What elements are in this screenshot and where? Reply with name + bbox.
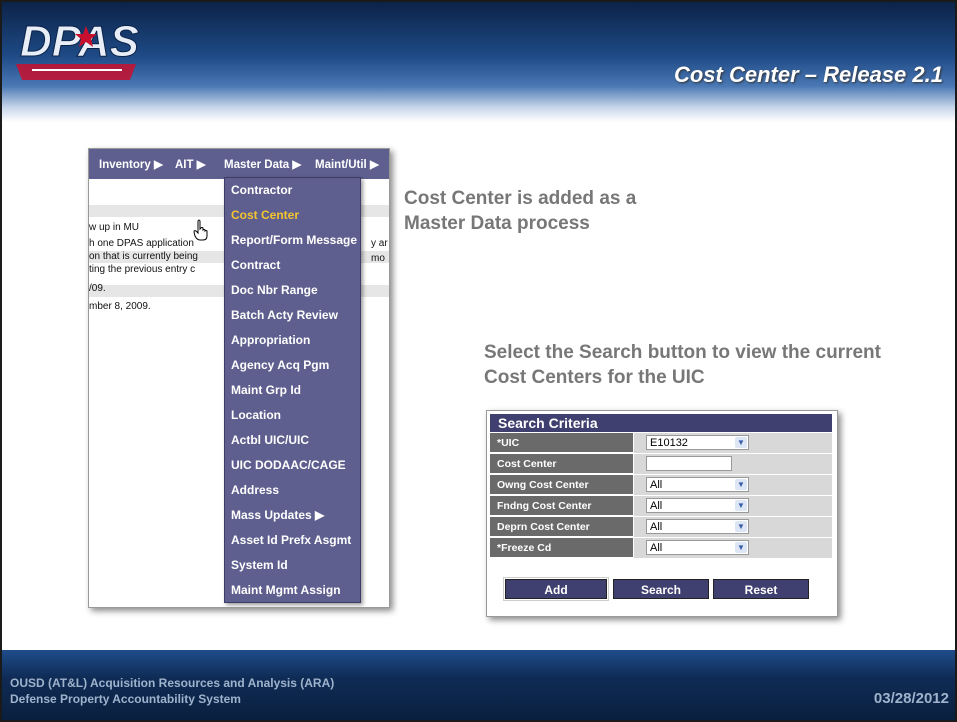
chevron-down-icon[interactable]: ▼ <box>735 521 747 532</box>
chevron-down-icon[interactable]: ▼ <box>735 479 747 490</box>
background-text: /09. <box>89 283 106 294</box>
fndng-cost-center-row: Fndng Cost Center All ▼ <box>490 496 832 517</box>
fndng-cost-center-label: Fndng Cost Center <box>490 496 633 516</box>
owng-cost-center-value: All <box>650 479 663 491</box>
slide-header: DPAS Cost Center – Release 2.1 <box>2 2 955 122</box>
nav-master-data[interactable]: Master Data ▶ <box>224 157 301 171</box>
footer-date: 03/28/2012 <box>873 690 949 707</box>
freeze-cd-select[interactable]: All ▼ <box>646 540 749 555</box>
nav-maint-util[interactable]: Maint/Util ▶ <box>315 157 379 171</box>
uic-label: *UIC <box>490 433 633 453</box>
background-text: on that is currently being <box>89 251 198 262</box>
search-criteria-header: Search Criteria <box>490 414 832 432</box>
menu-item-asset-id-prefx-asgmt[interactable]: Asset Id Prefx Asgmt <box>225 528 360 553</box>
menu-item-report-form-message[interactable]: Report/Form Message <box>225 228 360 253</box>
deprn-cost-center-value: All <box>650 521 663 533</box>
menu-item-actbl-uic[interactable]: Actbl UIC/UIC <box>225 428 360 453</box>
menu-item-location[interactable]: Location <box>225 403 360 428</box>
chevron-down-icon[interactable]: ▼ <box>735 542 747 553</box>
master-data-dropdown: Contractor Cost Center Report/Form Messa… <box>224 177 361 603</box>
freeze-cd-value: All <box>650 542 663 554</box>
freeze-cd-label: *Freeze Cd <box>490 538 633 558</box>
background-text: y ar <box>371 238 388 249</box>
add-button[interactable]: Add <box>503 577 609 601</box>
menu-item-uic-dodaac-cage[interactable]: UIC DODAAC/CAGE <box>225 453 360 478</box>
menu-item-system-id[interactable]: System Id <box>225 553 360 578</box>
footer-org-line1: OUSD (AT&L) Acquisition Resources and An… <box>10 676 335 690</box>
menu-item-agency-acq-pgm[interactable]: Agency Acq Pgm <box>225 353 360 378</box>
menu-item-doc-nbr-range[interactable]: Doc Nbr Range <box>225 278 360 303</box>
uic-select[interactable]: E10132 ▼ <box>646 435 749 450</box>
menu-item-maint-mgmt-assign[interactable]: Maint Mgmt Assign <box>225 578 360 603</box>
slide-footer: OUSD (AT&L) Acquisition Resources and An… <box>2 650 955 720</box>
nav-inventory[interactable]: Inventory ▶ <box>99 157 163 171</box>
menu-item-maint-grp-id[interactable]: Maint Grp Id <box>225 378 360 403</box>
search-criteria-screenshot: Search Criteria *UIC E10132 ▼ Cost Center… <box>486 410 838 617</box>
uic-value: E10132 <box>650 437 688 449</box>
hand-pointer-icon <box>193 219 208 241</box>
cost-center-input[interactable] <box>646 456 732 471</box>
chevron-down-icon[interactable]: ▼ <box>735 500 747 511</box>
caption-search-hint: Select the Search button to view the cur… <box>484 342 881 388</box>
cost-center-row: Cost Center <box>490 454 832 475</box>
logo-text: DPAS <box>20 17 139 66</box>
background-text: w up in MU <box>89 222 140 233</box>
nav-ait[interactable]: AIT ▶ <box>175 157 206 171</box>
background-text: mo <box>371 253 385 264</box>
menu-item-contract[interactable]: Contract <box>225 253 360 278</box>
owng-cost-center-select[interactable]: All ▼ <box>646 477 749 492</box>
owng-cost-center-row: Owng Cost Center All ▼ <box>490 475 832 496</box>
menu-item-batch-acty-review[interactable]: Batch Acty Review <box>225 303 360 328</box>
dpas-logo: DPAS <box>16 17 139 80</box>
background-text: mber 8, 2009. <box>89 301 151 312</box>
cost-center-label: Cost Center <box>490 454 633 474</box>
uic-row: *UIC E10132 ▼ <box>490 433 832 454</box>
reset-button[interactable]: Reset <box>713 579 809 599</box>
freeze-cd-row: *Freeze Cd All ▼ <box>490 538 832 559</box>
menu-item-appropriation[interactable]: Appropriation <box>225 328 360 353</box>
chevron-down-icon[interactable]: ▼ <box>735 437 747 448</box>
background-text: h one DPAS application <box>89 238 194 249</box>
fndng-cost-center-select[interactable]: All ▼ <box>646 498 749 513</box>
menu-item-mass-updates[interactable]: Mass Updates ▶ <box>225 503 360 528</box>
deprn-cost-center-row: Deprn Cost Center All ▼ <box>490 517 832 538</box>
menu-item-cost-center[interactable]: Cost Center <box>225 203 360 228</box>
footer-org-line2: Defense Property Accountability System <box>10 692 241 706</box>
master-data-menu-screenshot: Inventory ▶ AIT ▶ Master Data ▶ Maint/Ut… <box>88 148 390 608</box>
deprn-cost-center-label: Deprn Cost Center <box>490 517 633 537</box>
caption-master-data: Cost Center is added as a Master Data pr… <box>404 188 637 234</box>
search-button[interactable]: Search <box>613 579 709 599</box>
top-navigation-bar: Inventory ▶ AIT ▶ Master Data ▶ Maint/Ut… <box>89 149 389 179</box>
menu-item-address[interactable]: Address <box>225 478 360 503</box>
deprn-cost-center-select[interactable]: All ▼ <box>646 519 749 534</box>
menu-item-contractor[interactable]: Contractor <box>225 178 360 203</box>
fndng-cost-center-value: All <box>650 500 663 512</box>
background-text: ting the previous entry c <box>89 264 196 275</box>
owng-cost-center-label: Owng Cost Center <box>490 475 633 495</box>
slide-title: Cost Center – Release 2.1 <box>673 62 943 87</box>
